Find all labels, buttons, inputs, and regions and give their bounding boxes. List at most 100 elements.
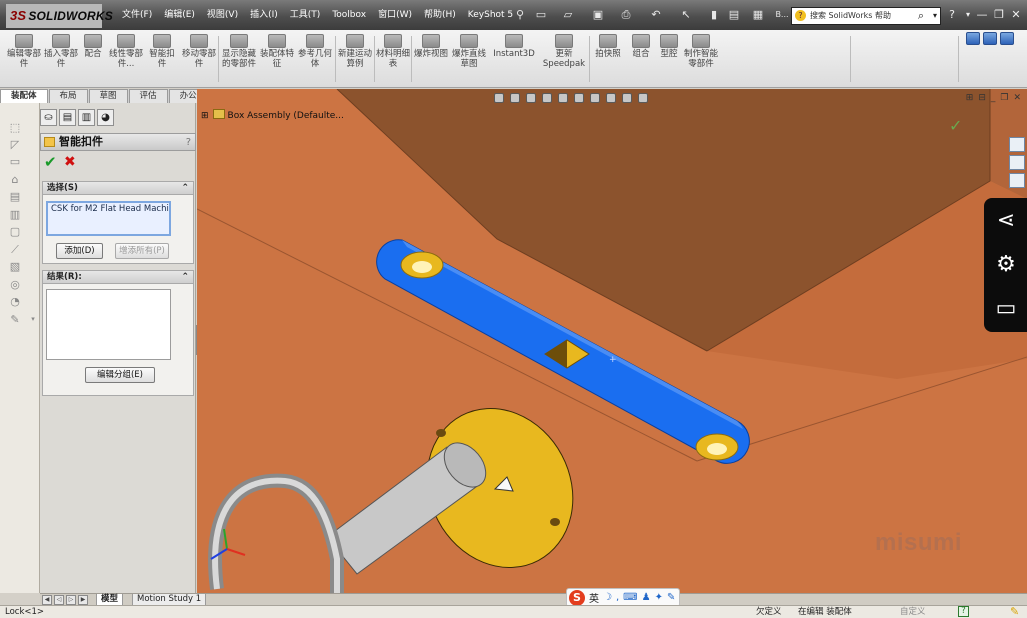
options-icon[interactable]: ▦ bbox=[752, 8, 764, 21]
zoom-to-fit-icon[interactable] bbox=[494, 93, 504, 103]
help-icon[interactable]: ? bbox=[945, 8, 959, 21]
moon-icon[interactable]: ☽ bbox=[603, 592, 612, 603]
menu-help[interactable]: 帮助(H) bbox=[418, 0, 462, 30]
wrench-icon[interactable]: ✎ bbox=[667, 592, 675, 603]
monitor-icon[interactable]: ▭ bbox=[993, 296, 1019, 322]
take-snapshot-button[interactable]: 拍快照 bbox=[592, 34, 624, 59]
display-manager-tab-icon[interactable]: ◕ bbox=[97, 109, 114, 126]
home-icon[interactable] bbox=[1009, 155, 1025, 170]
menu-toolbox[interactable]: Toolbox bbox=[326, 0, 372, 30]
fillet-icon[interactable]: ◔ bbox=[8, 295, 22, 308]
previous-view-icon[interactable] bbox=[526, 93, 536, 103]
shell-icon[interactable]: ▢ bbox=[8, 225, 22, 238]
undo-icon[interactable]: ↶ bbox=[650, 8, 662, 21]
tab-layout[interactable]: 布局 bbox=[48, 89, 88, 103]
section-view-icon[interactable] bbox=[542, 93, 552, 103]
assembly-features-button[interactable]: 装配体特征 bbox=[259, 34, 295, 69]
menu-tools[interactable]: 工具(T) bbox=[284, 0, 327, 30]
overflow-label[interactable]: B... bbox=[774, 8, 790, 21]
zoom-area-icon[interactable] bbox=[510, 93, 520, 103]
revolve-icon[interactable]: ▥ bbox=[8, 208, 22, 221]
help-search-input[interactable]: ? 搜索 SolidWorks 帮助 ⌕ ▾ bbox=[791, 7, 941, 25]
status-units[interactable]: 自定义 bbox=[900, 606, 926, 618]
results-listbox[interactable] bbox=[46, 289, 171, 360]
tools-icon[interactable]: ✎ bbox=[8, 313, 22, 326]
show-hidden-components-button[interactable]: 显示隐藏的零部件 bbox=[221, 34, 257, 69]
reference-geometry-button[interactable]: 参考几何体 bbox=[297, 34, 333, 69]
gear-icon[interactable]: ⚙ bbox=[993, 252, 1019, 278]
menu-view[interactable]: 视图(V) bbox=[201, 0, 244, 30]
file-properties-icon[interactable]: ▤ bbox=[728, 8, 740, 21]
view-settings-icon[interactable] bbox=[638, 93, 648, 103]
first-tab-icon[interactable]: ◀ bbox=[42, 595, 52, 605]
tab-sketch[interactable]: 草图 bbox=[88, 89, 128, 103]
menu-edit[interactable]: 编辑(E) bbox=[158, 0, 201, 30]
cavity-button[interactable]: 型腔 bbox=[656, 34, 682, 59]
collapse-icon[interactable]: ⌃ bbox=[181, 182, 189, 194]
move-component-button[interactable]: 移动零部件 bbox=[181, 34, 217, 69]
pencil-icon[interactable]: ✎ bbox=[1010, 606, 1019, 618]
share-icon[interactable]: ⋖ bbox=[993, 208, 1019, 234]
split-view-icon[interactable]: ⊟ bbox=[978, 93, 986, 103]
help-icon[interactable]: ? bbox=[186, 135, 191, 151]
edit-component-button[interactable]: 编辑零部件 bbox=[6, 34, 42, 69]
feature-manager-tab-icon[interactable]: ⛀ bbox=[40, 109, 57, 126]
line-icon[interactable]: ⟋ bbox=[8, 243, 22, 256]
combine-button[interactable]: 组合 bbox=[628, 34, 654, 59]
mate-button[interactable]: 配合 bbox=[80, 34, 106, 59]
print-icon[interactable]: ⎙ bbox=[620, 8, 632, 21]
results-group-header[interactable]: 结果(R): ⌃ bbox=[43, 271, 193, 284]
explode-line-sketch-button[interactable]: 爆炸直线草图 bbox=[451, 34, 487, 69]
new-document-icon[interactable]: ▭ bbox=[535, 8, 547, 21]
minimize-icon[interactable]: _ bbox=[991, 93, 996, 103]
make-smart-component-button[interactable]: 制作智能零部件 bbox=[684, 34, 718, 69]
expand-icon[interactable]: ⊞ bbox=[201, 111, 209, 121]
pin-icon[interactable]: ⚲ bbox=[514, 8, 526, 21]
smart-dimension-icon[interactable]: ◸ bbox=[8, 138, 22, 151]
instant3d-button[interactable]: Instant3D bbox=[491, 34, 537, 59]
edit-grouping-button[interactable]: 编辑分组(E) bbox=[85, 367, 155, 383]
edit-appearance-icon[interactable] bbox=[606, 93, 616, 103]
last-tab-icon[interactable]: ▶ bbox=[78, 595, 88, 605]
add-button[interactable]: 添加(D) bbox=[56, 243, 103, 259]
scene-icon[interactable] bbox=[1000, 32, 1014, 45]
menu-insert[interactable]: 插入(I) bbox=[244, 0, 284, 30]
chevron-down-icon[interactable]: ▾ bbox=[961, 8, 975, 21]
rebuild-icon[interactable]: ▮ bbox=[708, 8, 720, 21]
plane-icon[interactable]: ▧ bbox=[8, 260, 22, 273]
resources-icon[interactable] bbox=[1009, 137, 1025, 152]
insert-components-button[interactable]: 插入零部件 bbox=[43, 34, 79, 69]
layer-icon[interactable] bbox=[966, 32, 980, 45]
graphics-area[interactable]: + ✓ ⊞ Box Assembly (Defaulte... ⊞ ⊟ _ ❐ … bbox=[197, 89, 1027, 593]
linear-pattern-button[interactable]: 线性零部件... bbox=[108, 34, 144, 69]
split-view-icon[interactable]: ⊞ bbox=[966, 93, 974, 103]
close-icon[interactable]: ✕ bbox=[1009, 8, 1023, 21]
bill-of-materials-button[interactable]: 材料明细表 bbox=[376, 34, 410, 69]
save-icon[interactable]: ▣ bbox=[592, 8, 604, 21]
smart-fasteners-button[interactable]: 智能扣件 bbox=[146, 34, 178, 69]
open-folder-icon[interactable]: ▱ bbox=[562, 8, 574, 21]
solidworks-logo[interactable]: 3S SOLIDWORKS bbox=[6, 4, 113, 28]
restore-icon[interactable]: ❐ bbox=[992, 8, 1006, 21]
exploded-view-button[interactable]: 爆炸视图 bbox=[413, 34, 449, 59]
sogou-logo-icon[interactable]: S bbox=[569, 589, 585, 606]
add-all-button[interactable]: 增添所有(P) bbox=[115, 243, 169, 259]
ok-check-icon[interactable]: ✔ bbox=[44, 153, 57, 171]
next-tab-icon[interactable]: ▷ bbox=[66, 595, 76, 605]
selection-group-header[interactable]: 选择(S) ⌃ bbox=[43, 182, 193, 195]
display-style-icon[interactable] bbox=[574, 93, 584, 103]
hole-wizard-icon[interactable]: ◎ bbox=[8, 278, 22, 291]
keyboard-icon[interactable]: ⌨ bbox=[623, 592, 637, 603]
property-manager-tab-icon[interactable]: ▤ bbox=[59, 109, 76, 126]
cancel-x-icon[interactable]: ✖ bbox=[64, 154, 76, 170]
close-icon[interactable]: ✕ bbox=[1013, 93, 1021, 103]
previous-tab-icon[interactable]: ◁ bbox=[54, 595, 64, 605]
selection-listbox[interactable]: CSK for M2 Flat Head Machin bbox=[46, 201, 171, 236]
configuration-manager-tab-icon[interactable]: ▥ bbox=[78, 109, 95, 126]
extrude-icon[interactable]: ▤ bbox=[8, 190, 22, 203]
ime-language-mode[interactable]: 英 bbox=[589, 590, 599, 605]
update-speedpak-button[interactable]: 更新Speedpak bbox=[541, 34, 587, 69]
tab-evaluate[interactable]: 评估 bbox=[128, 89, 168, 103]
search-icon[interactable]: ⌕ bbox=[918, 8, 924, 24]
appearance-icon[interactable] bbox=[983, 32, 997, 45]
